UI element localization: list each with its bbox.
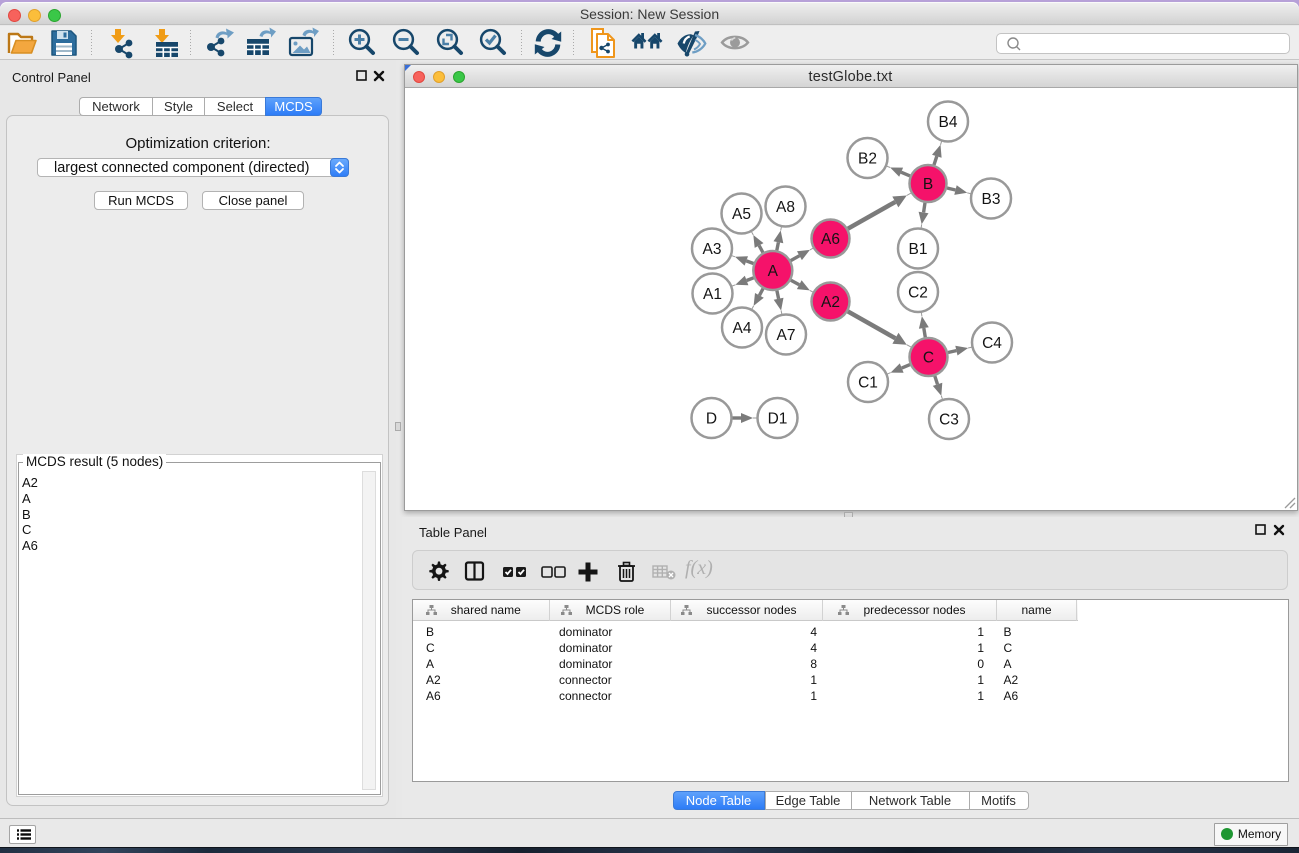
svg-text:A3: A3 [702,241,721,258]
svg-text:C: C [922,349,933,366]
svg-text:B4: B4 [938,114,957,131]
svg-text:C3: C3 [939,411,959,428]
svg-text:A2: A2 [821,294,840,311]
svg-text:C2: C2 [908,284,928,301]
svg-text:D1: D1 [767,410,787,427]
svg-text:B2: B2 [858,150,877,167]
svg-text:C1: C1 [858,374,878,391]
svg-text:A1: A1 [703,286,722,303]
svg-text:B3: B3 [981,191,1000,208]
svg-text:A: A [767,263,778,280]
svg-text:B: B [922,176,932,193]
svg-text:D: D [705,410,716,427]
svg-text:A8: A8 [776,199,795,216]
svg-text:A6: A6 [821,231,840,248]
svg-text:A5: A5 [732,206,751,223]
svg-text:B1: B1 [908,241,927,258]
svg-text:A4: A4 [732,320,751,337]
svg-text:C4: C4 [982,335,1002,352]
svg-text:A7: A7 [776,327,795,344]
